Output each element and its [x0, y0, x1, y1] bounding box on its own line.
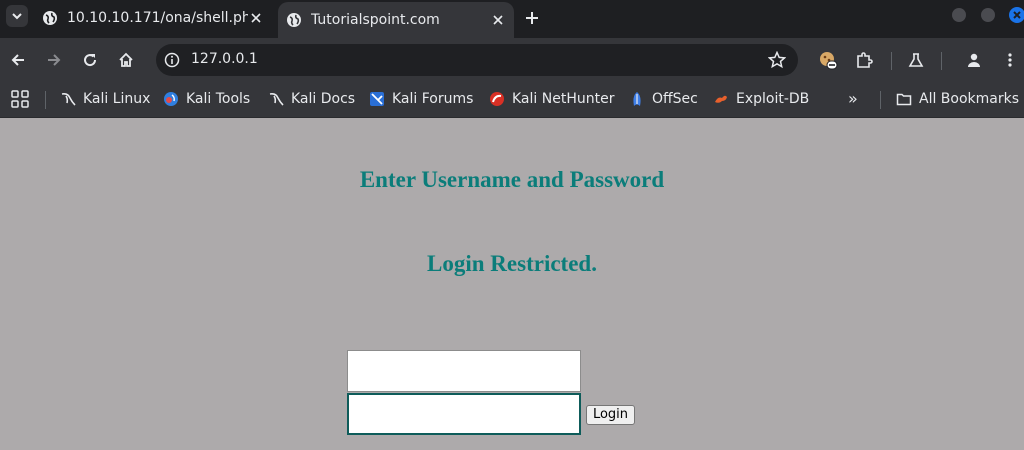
home-button[interactable] — [116, 50, 136, 70]
login-restricted-message: Login Restricted. — [427, 251, 597, 276]
exploit-db-icon — [715, 95, 727, 103]
password-input[interactable] — [347, 393, 581, 435]
close-icon — [1013, 11, 1021, 19]
bookmark-kali-nethunter[interactable]: Kali NetHunter — [489, 89, 614, 109]
reload-icon — [84, 54, 97, 67]
arrow-right-icon — [48, 54, 61, 66]
apps-grid-icon[interactable] — [11, 90, 29, 108]
tab-tutorialspoint[interactable]: Tutorialspoint.com — [278, 2, 514, 38]
labs-button[interactable] — [906, 50, 926, 70]
close-icon — [493, 15, 503, 25]
tab-shell[interactable]: 10.10.10.171/ona/shell.ph — [34, 4, 272, 32]
bookmark-kali-docs[interactable]: Kali Docs — [268, 89, 355, 109]
bookmarks-divider — [880, 91, 881, 109]
more-vertical-icon — [1008, 53, 1012, 67]
profile-icon — [968, 53, 980, 67]
bookmark-label: Kali Tools — [186, 91, 251, 107]
reload-button[interactable] — [80, 50, 100, 70]
chevron-down-icon — [12, 13, 22, 20]
kali-dragon-icon — [61, 93, 76, 106]
bookmark-label: Kali Forums — [392, 91, 474, 107]
tab-close-button[interactable] — [248, 10, 264, 26]
bookmark-label: Kali NetHunter — [512, 91, 615, 107]
kali-forums-icon — [370, 92, 384, 106]
bookmark-label: Kali Docs — [291, 91, 356, 107]
page-heading: Enter Username and Password — [359, 167, 665, 192]
toolbar-divider — [891, 52, 892, 70]
new-tab-button[interactable] — [522, 8, 542, 28]
bookmarks-overflow-button[interactable]: » — [848, 89, 858, 108]
url-text[interactable]: 127.0.0.1 — [191, 51, 258, 67]
bookmark-label: OffSec — [652, 91, 698, 107]
minimize-button[interactable] — [952, 8, 966, 22]
extensions-button[interactable] — [854, 50, 874, 70]
page-content: Enter Username and Password Login Restri… — [0, 119, 1024, 450]
forward-button[interactable] — [44, 50, 64, 70]
tab-title: Tutorialspoint.com — [311, 12, 440, 28]
info-icon[interactable] — [164, 52, 180, 68]
puzzle-icon — [857, 52, 873, 68]
username-input[interactable] — [347, 350, 581, 392]
bookmarks-bar: Kali Linux Kali Tools Kali Docs Kali For… — [0, 82, 1024, 118]
maximize-button[interactable] — [981, 8, 995, 22]
bookmark-kali-linux[interactable]: Kali Linux — [60, 89, 150, 109]
bookmark-offsec[interactable]: OffSec — [629, 89, 698, 109]
kali-tools-icon — [164, 92, 178, 106]
flask-icon — [908, 53, 924, 67]
nethunter-icon — [490, 92, 504, 106]
folder-icon — [896, 93, 912, 106]
browser-toolbar: 127.0.0.1 — [0, 38, 1024, 82]
extension-cookie-button[interactable] — [818, 50, 838, 70]
menu-button[interactable] — [1000, 50, 1020, 70]
plus-icon — [526, 12, 538, 24]
close-icon — [251, 13, 261, 23]
window-close-button[interactable] — [1009, 7, 1024, 23]
address-bar[interactable]: 127.0.0.1 — [156, 44, 798, 76]
tab-search-button[interactable] — [6, 5, 28, 27]
bookmark-exploit-db[interactable]: Exploit-DB — [713, 89, 809, 109]
tab-strip: 10.10.10.171/ona/shell.ph Tutorialspoint… — [0, 0, 1024, 38]
profile-button[interactable] — [964, 50, 984, 70]
globe-icon — [43, 11, 57, 25]
offsec-icon — [633, 92, 641, 106]
cookie-extension-icon — [820, 52, 838, 70]
bookmarks-divider — [45, 91, 46, 109]
tab-title: 10.10.10.171/ona/shell.ph — [67, 10, 248, 26]
back-button[interactable] — [8, 50, 28, 70]
arrow-left-icon — [11, 54, 24, 66]
bookmark-label: Exploit-DB — [736, 91, 810, 107]
tab-close-button[interactable] — [490, 12, 506, 28]
toolbar-divider — [941, 52, 942, 70]
all-bookmarks-button[interactable]: All Bookmarks — [896, 89, 1019, 109]
star-icon[interactable] — [768, 51, 786, 69]
all-bookmarks-label: All Bookmarks — [919, 91, 1020, 107]
login-button[interactable]: Login — [586, 405, 635, 425]
bookmark-kali-forums[interactable]: Kali Forums — [369, 89, 473, 109]
globe-icon — [287, 13, 301, 27]
home-icon — [119, 52, 133, 67]
bookmark-kali-tools[interactable]: Kali Tools — [163, 89, 250, 109]
kali-dragon-icon — [269, 93, 284, 106]
bookmark-label: Kali Linux — [83, 91, 151, 107]
